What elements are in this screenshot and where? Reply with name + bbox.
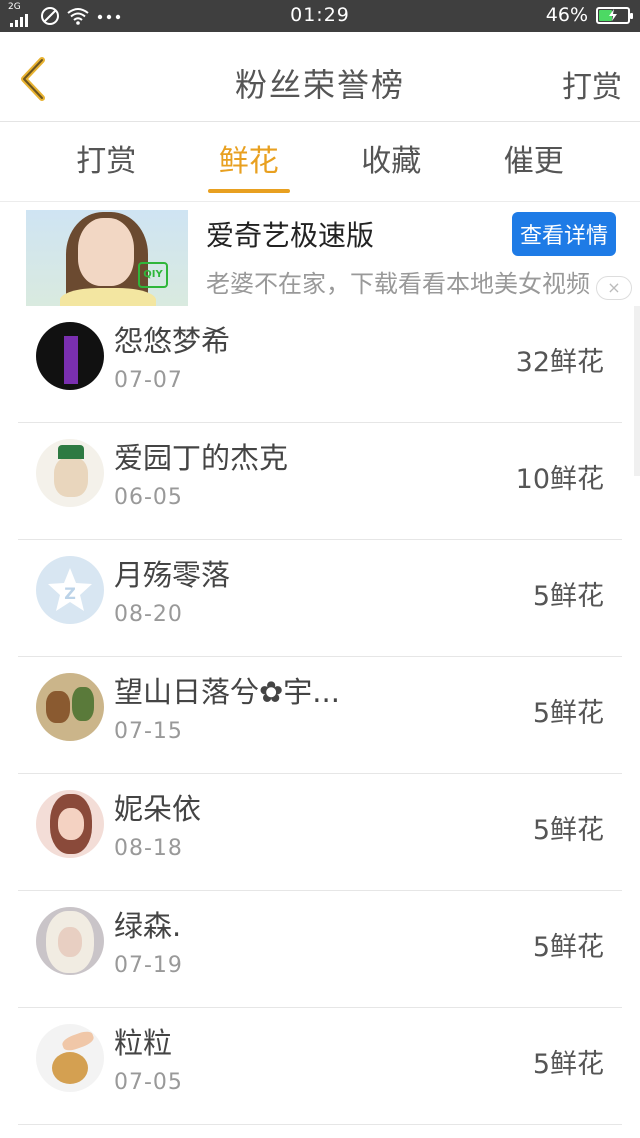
fan-name: 绿森. xyxy=(114,909,182,943)
fan-name: 爱园丁的杰克 xyxy=(114,441,289,475)
avatar xyxy=(36,439,104,507)
status-time: 01:29 xyxy=(290,4,350,26)
flower-count: 10鲜花 xyxy=(515,464,604,495)
page-title: 粉丝荣誉榜 xyxy=(234,66,405,104)
scrollbar[interactable] xyxy=(634,306,640,476)
tab-bar: 打赏 鲜花 收藏 催更 xyxy=(0,122,640,202)
flower-count: 5鲜花 xyxy=(532,698,604,729)
tab-flowers[interactable]: 鲜花 xyxy=(194,122,304,201)
avatar: Z xyxy=(36,556,104,624)
fan-date: 07-19 xyxy=(114,953,183,978)
svg-text:Z: Z xyxy=(64,584,76,603)
fan-date: 07-07 xyxy=(114,368,183,393)
avatar xyxy=(36,790,104,858)
fan-name: 粒粒 xyxy=(114,1026,173,1060)
tip-button[interactable]: 打赏 xyxy=(562,62,622,106)
default-star-avatar-icon: Z xyxy=(48,568,92,611)
ad-description: 老婆不在家，下载看看本地美女视频 xyxy=(206,270,590,298)
flower-count: 5鲜花 xyxy=(532,815,604,846)
list-item[interactable]: 粒粒 07-05 5鲜花 xyxy=(18,1008,622,1125)
fan-date: 08-18 xyxy=(114,836,183,861)
tab-tip[interactable]: 打赏 xyxy=(51,122,161,201)
nav-header: 粉丝荣誉榜 打赏 xyxy=(0,32,640,122)
tab-urge-update[interactable]: 催更 xyxy=(479,122,589,201)
status-bar: 2G 01:29 46% xyxy=(0,0,640,32)
list-item[interactable]: 怨悠梦希 07-07 32鲜花 xyxy=(18,306,622,423)
fan-date: 07-15 xyxy=(114,719,183,744)
ad-details-button[interactable]: 查看详情 xyxy=(511,212,616,256)
list-item[interactable]: 爱园丁的杰克 06-05 10鲜花 xyxy=(18,423,622,540)
fan-name: 妮朵依 xyxy=(114,792,202,826)
avatar xyxy=(36,907,104,975)
avatar xyxy=(36,322,104,390)
flower-count: 5鲜花 xyxy=(532,932,604,963)
ad-banner[interactable]: QIY 爱奇艺极速版 查看详情 老婆不在家，下载看看本地美女视频 × xyxy=(26,210,632,306)
fan-name: 望山日落兮✿宇... xyxy=(114,675,340,709)
flower-count: 32鲜花 xyxy=(515,347,604,378)
tab-label: 打赏 xyxy=(76,144,137,179)
flower-count: 5鲜花 xyxy=(532,1049,604,1080)
fan-date: 07-05 xyxy=(114,1070,183,1095)
ad-title: 爱奇艺极速版 xyxy=(206,219,375,252)
tab-label: 收藏 xyxy=(361,144,422,179)
tab-label: 催更 xyxy=(503,144,564,179)
avatar xyxy=(36,673,104,741)
list-item[interactable]: Z 月殇零落 08-20 5鲜花 xyxy=(18,540,622,657)
tab-favorites[interactable]: 收藏 xyxy=(336,122,446,201)
iqiyi-logo-icon: QIY xyxy=(138,262,168,288)
battery-charging-icon xyxy=(596,6,633,24)
list-item[interactable]: 妮朵依 08-18 5鲜花 xyxy=(18,774,622,891)
fan-name: 月殇零落 xyxy=(114,558,231,592)
ad-thumbnail: QIY xyxy=(26,210,188,306)
fan-name: 怨悠梦希 xyxy=(114,324,231,358)
list-item[interactable]: 绿森. 07-19 5鲜花 xyxy=(18,891,622,1008)
flower-count: 5鲜花 xyxy=(532,581,604,612)
avatar xyxy=(36,1024,104,1092)
list-item[interactable]: 望山日落兮✿宇... 07-15 5鲜花 xyxy=(18,657,622,774)
fan-date: 06-05 xyxy=(114,485,183,510)
tab-active-indicator xyxy=(207,189,290,193)
fan-date: 08-20 xyxy=(114,602,183,627)
close-icon[interactable]: × xyxy=(596,276,632,300)
fan-rank-list: 怨悠梦希 07-07 32鲜花 爱园丁的杰克 06-05 10鲜花 Z 月殇零落… xyxy=(18,306,622,1125)
battery-percent: 46% xyxy=(545,4,588,26)
tab-label: 鲜花 xyxy=(218,144,279,179)
